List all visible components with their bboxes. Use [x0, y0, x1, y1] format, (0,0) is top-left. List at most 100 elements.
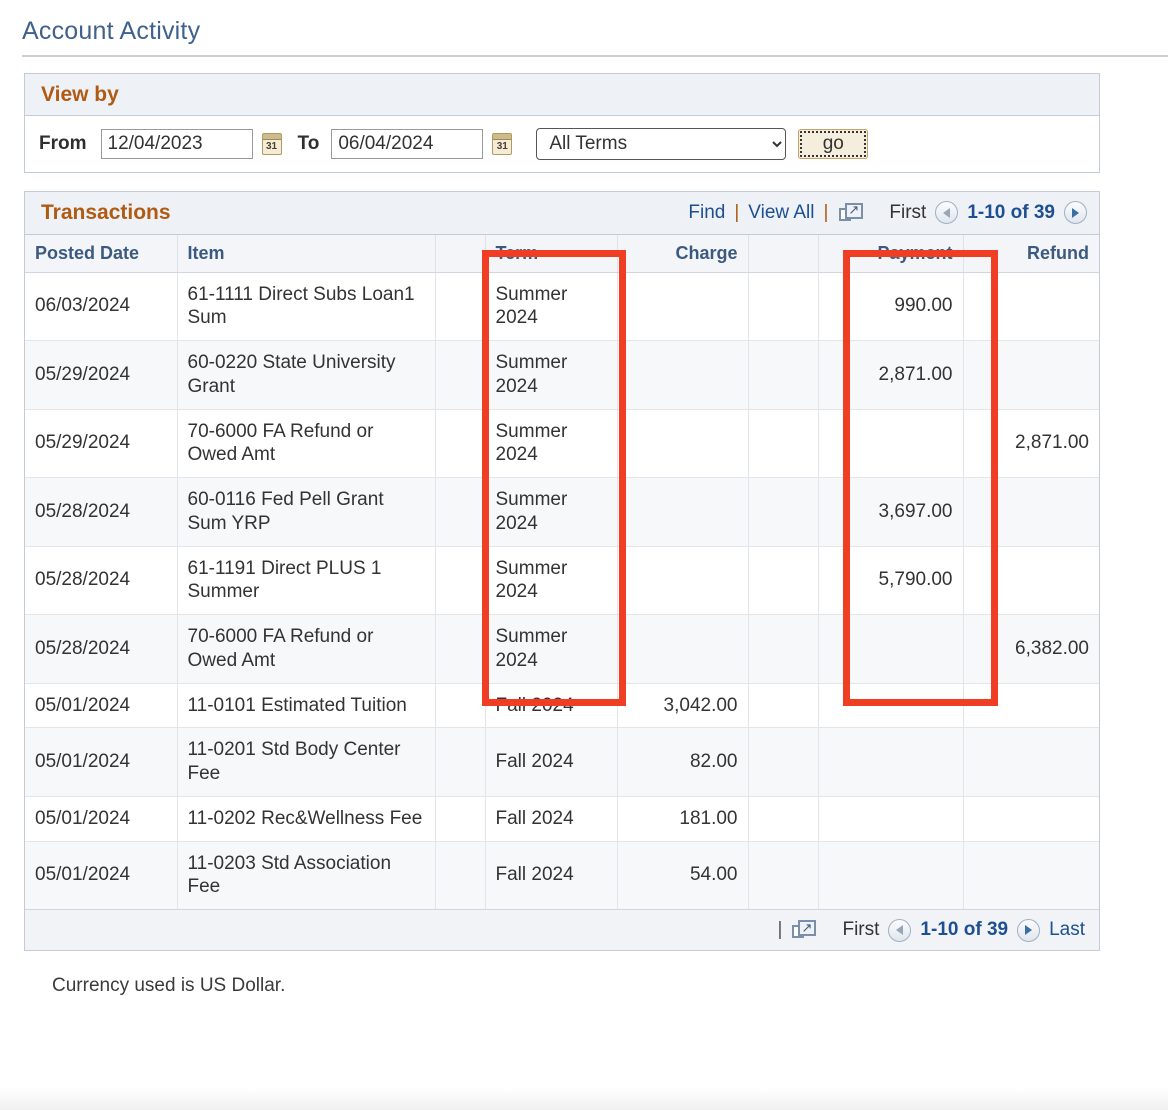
transaction-spacer-2: [748, 272, 819, 341]
pagination-top: First 1-10 of 39: [889, 201, 1087, 224]
column-header-refund[interactable]: Refund: [963, 234, 1099, 273]
calendar-day-number: 31: [265, 140, 278, 152]
column-header-term[interactable]: Term: [485, 234, 618, 273]
view-by-body: From 31 To 31 All Terms go: [25, 116, 1099, 172]
footer-separator: |: [777, 919, 783, 940]
transaction-refund: [963, 796, 1099, 842]
transaction-date: 05/29/2024: [25, 340, 178, 410]
transaction-refund: 2,871.00: [963, 409, 1099, 478]
view-by-header: View by: [25, 73, 1099, 116]
next-page-button-bottom[interactable]: [1017, 918, 1041, 942]
pagination-bottom: First 1-10 of 39 Last: [842, 918, 1085, 942]
export-new-window-icon[interactable]: ↗: [839, 202, 864, 223]
toolbar-separator: |: [823, 201, 829, 223]
transactions-panel: Transactions Find | View All | ↗ First 1…: [24, 190, 1100, 951]
transaction-refund: [963, 841, 1099, 909]
transaction-refund: [963, 477, 1099, 547]
transaction-payment: 5,790.00: [818, 546, 964, 615]
transaction-spacer-1: [435, 477, 486, 547]
calendar-icon-to[interactable]: 31: [492, 132, 513, 155]
transactions-header: Transactions Find | View All | ↗ First 1…: [25, 191, 1099, 235]
chevron-right-icon: [1072, 207, 1079, 218]
transaction-refund: [963, 340, 1099, 410]
to-label: To: [297, 132, 320, 154]
transactions-table: Posted Date Item Term Charge Payment Ref…: [25, 234, 1099, 909]
transaction-term: Summer 2024: [485, 340, 618, 410]
column-header-charge[interactable]: Charge: [617, 234, 749, 273]
column-header-payment[interactable]: Payment: [818, 234, 964, 273]
transaction-charge: 54.00: [617, 841, 749, 909]
table-row: 05/28/2024 60-0116 Fed Pell Grant Sum YRP…: [25, 477, 1099, 547]
last-label-bottom[interactable]: Last: [1049, 919, 1085, 941]
table-body: 06/03/2024 61-1111 Direct Subs Loan1 Sum S…: [25, 272, 1099, 909]
go-button[interactable]: go: [798, 128, 869, 159]
transaction-payment: [818, 409, 964, 478]
transaction-spacer-1: [435, 409, 486, 478]
column-header-posted-date[interactable]: Posted Date: [25, 234, 178, 273]
transaction-item: 70-6000 FA Refund or Owed Amt: [177, 614, 436, 684]
transaction-payment: [818, 841, 964, 909]
from-date-input[interactable]: [100, 128, 253, 159]
column-header-item[interactable]: Item: [177, 234, 436, 273]
transaction-date: 05/28/2024: [25, 546, 178, 615]
transaction-item: 60-0116 Fed Pell Grant Sum YRP: [177, 477, 436, 547]
transaction-spacer-1: [435, 841, 486, 909]
transaction-refund: [963, 272, 1099, 341]
transaction-spacer-2: [748, 546, 819, 615]
first-label-top[interactable]: First: [889, 202, 926, 224]
table-row: 05/28/2024 61-1191 Direct PLUS 1 Summer Su…: [25, 546, 1099, 615]
transaction-payment: [818, 796, 964, 842]
transaction-term: Summer 2024: [485, 614, 618, 684]
transaction-spacer-2: [748, 841, 819, 909]
page-title: Account Activity: [22, 17, 201, 45]
transaction-term: Fall 2024: [485, 727, 618, 797]
next-page-button-top[interactable]: [1064, 201, 1087, 224]
transaction-date: 05/01/2024: [25, 683, 178, 729]
title-divider: [22, 54, 1168, 57]
view-all-link[interactable]: View All: [748, 202, 814, 224]
transaction-charge: 82.00: [617, 727, 749, 797]
transaction-item: 11-0201 Std Body Center Fee: [177, 727, 436, 797]
from-label: From: [39, 132, 87, 154]
term-select[interactable]: All Terms: [536, 127, 787, 160]
calendar-icon-from[interactable]: 31: [261, 132, 282, 155]
table-header-row: Posted Date Item Term Charge Payment Ref…: [25, 234, 1099, 273]
transaction-charge: 181.00: [617, 796, 749, 842]
transaction-item: 11-0203 Std Association Fee: [177, 841, 436, 909]
transaction-spacer-1: [435, 727, 486, 797]
table-row: 05/01/2024 11-0203 Std Association Fee Fal…: [25, 841, 1099, 909]
calendar-day-number: 31: [496, 140, 508, 152]
transaction-term: Summer 2024: [485, 272, 618, 341]
transaction-refund: 6,382.00: [963, 614, 1099, 684]
transaction-charge: [617, 340, 749, 410]
chevron-left-icon: [943, 207, 951, 218]
find-link[interactable]: Find: [688, 202, 725, 224]
transaction-payment: 990.00: [818, 272, 964, 341]
transaction-date: 05/29/2024: [25, 409, 178, 478]
previous-page-button-bottom[interactable]: [888, 918, 912, 942]
transaction-spacer-2: [748, 796, 819, 842]
transaction-spacer-2: [748, 683, 819, 729]
previous-page-button-top[interactable]: [935, 201, 959, 224]
export-new-window-icon-footer[interactable]: ↗: [792, 920, 817, 940]
transaction-date: 05/28/2024: [25, 477, 178, 547]
transaction-charge: [617, 477, 749, 547]
transaction-payment: [818, 614, 964, 684]
transaction-spacer-1: [435, 272, 486, 341]
transaction-date: 06/03/2024: [25, 272, 178, 341]
transaction-payment: [818, 683, 964, 729]
transaction-charge: [617, 272, 749, 341]
first-label-bottom[interactable]: First: [842, 919, 879, 941]
table-row: 05/28/2024 70-6000 FA Refund or Owed Amt S…: [25, 614, 1099, 684]
transaction-term: Fall 2024: [485, 796, 618, 842]
transaction-spacer-1: [435, 546, 486, 615]
transaction-charge: [617, 546, 749, 615]
transactions-title: Transactions: [41, 200, 171, 224]
table-row: 05/29/2024 60-0220 State University Grant…: [25, 340, 1099, 410]
transaction-date: 05/01/2024: [25, 727, 178, 797]
transaction-item: 11-0202 Rec&Wellness Fee: [177, 796, 436, 842]
to-date-input[interactable]: [331, 128, 484, 159]
transaction-term: Summer 2024: [485, 409, 618, 478]
transaction-spacer-2: [748, 614, 819, 684]
transaction-spacer-1: [435, 796, 486, 842]
